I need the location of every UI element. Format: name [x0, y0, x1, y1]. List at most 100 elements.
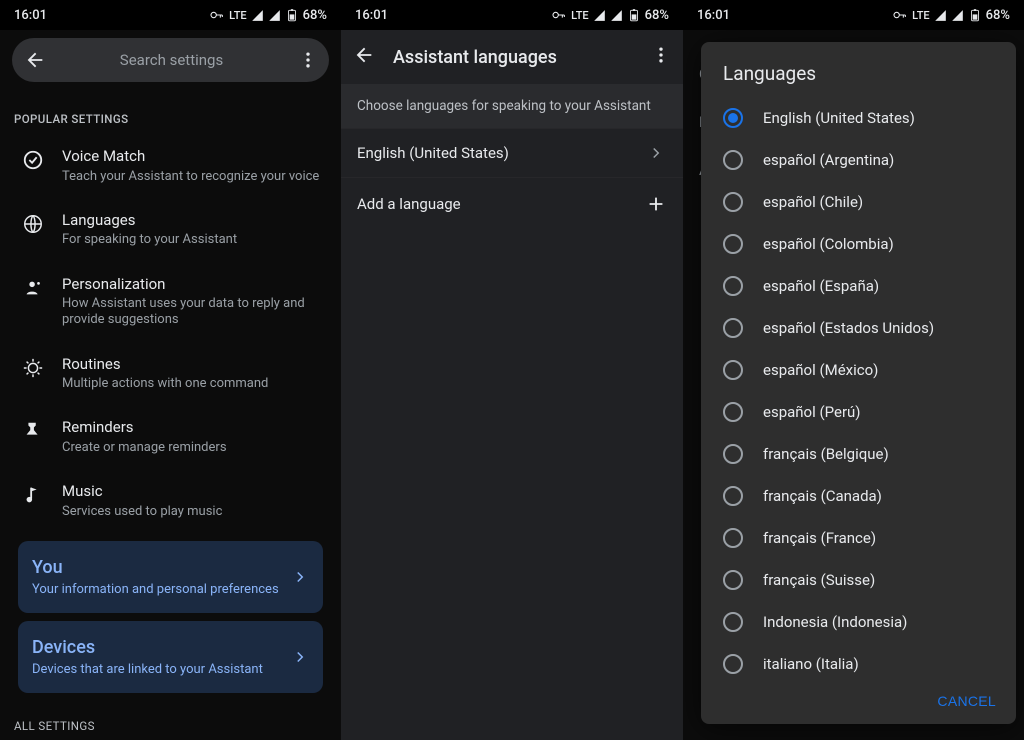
- battery-icon: [968, 8, 982, 22]
- signal-icon: [934, 9, 947, 22]
- language-label: français (Belgique): [763, 445, 889, 463]
- setting-item-voice-match[interactable]: Voice Match Teach your Assistant to reco…: [0, 134, 341, 198]
- language-label: français (France): [763, 529, 876, 547]
- back-icon[interactable]: [353, 44, 375, 70]
- more-icon[interactable]: [297, 50, 319, 70]
- status-battery: 68%: [986, 8, 1010, 23]
- setting-item-languages[interactable]: Languages For speaking to your Assistant: [0, 198, 341, 262]
- setting-title: Music: [62, 482, 327, 502]
- battery-icon: [285, 8, 299, 22]
- nav-card-devices[interactable]: Devices Devices that are linked to your …: [18, 621, 323, 693]
- page-header: Assistant languages: [341, 30, 683, 84]
- language-option[interactable]: español (Perú): [701, 391, 1016, 433]
- setting-title: Reminders: [62, 418, 327, 438]
- setting-icon: [22, 484, 44, 506]
- setting-item-personalization[interactable]: Personalization How Assistant uses your …: [0, 262, 341, 342]
- search-bar[interactable]: Search settings: [12, 38, 329, 82]
- status-icons: LTE 68%: [892, 7, 1010, 23]
- card-subtitle: Devices that are linked to your Assistan…: [32, 662, 281, 677]
- setting-subtitle: How Assistant uses your data to reply an…: [62, 296, 327, 329]
- language-label: español (Chile): [763, 193, 863, 211]
- setting-subtitle: For speaking to your Assistant: [62, 232, 327, 248]
- status-icons: LTE 68%: [551, 7, 669, 23]
- language-label: français (Canada): [763, 487, 882, 505]
- signal-icon: [251, 9, 264, 22]
- language-option[interactable]: español (Argentina): [701, 139, 1016, 181]
- radio-icon: [723, 486, 743, 506]
- status-bar: 16:01 LTE 68%: [683, 0, 1024, 30]
- language-option[interactable]: español (México): [701, 349, 1016, 391]
- setting-icon: [22, 277, 44, 299]
- language-option[interactable]: italiano (Italia): [701, 643, 1016, 683]
- popular-settings-header: POPULAR SETTINGS: [0, 90, 341, 134]
- card-subtitle: Your information and personal preference…: [32, 582, 281, 597]
- search-placeholder: Search settings: [46, 51, 297, 69]
- current-language-row[interactable]: English (United States): [341, 128, 683, 177]
- radio-icon: [723, 654, 743, 674]
- language-option[interactable]: français (France): [701, 517, 1016, 559]
- setting-icon: [22, 420, 44, 442]
- language-label: français (Suisse): [763, 571, 875, 589]
- language-dialog-panel: 16:01 LTE 68% C E A Languages English (U…: [683, 0, 1024, 740]
- setting-title: Languages: [62, 211, 327, 231]
- language-option[interactable]: español (España): [701, 265, 1016, 307]
- setting-texts: Routines Multiple actions with one comma…: [62, 355, 327, 393]
- language-option[interactable]: français (Suisse): [701, 559, 1016, 601]
- setting-subtitle: Create or manage reminders: [62, 440, 327, 456]
- setting-texts: Personalization How Assistant uses your …: [62, 275, 327, 329]
- language-option[interactable]: English (United States): [701, 97, 1016, 139]
- language-label: español (Colombia): [763, 235, 894, 253]
- setting-subtitle: Teach your Assistant to recognize your v…: [62, 169, 327, 185]
- language-label: Indonesia (Indonesia): [763, 613, 907, 631]
- radio-icon: [723, 402, 743, 422]
- add-language-row[interactable]: Add a language: [341, 177, 683, 230]
- radio-icon: [723, 192, 743, 212]
- language-option[interactable]: français (Canada): [701, 475, 1016, 517]
- nav-card-you[interactable]: You Your information and personal prefer…: [18, 541, 323, 613]
- card-title: Devices: [32, 637, 281, 658]
- setting-icon: [22, 357, 44, 379]
- signal-icon: [593, 9, 606, 22]
- status-net: LTE: [571, 9, 589, 22]
- cancel-button[interactable]: CANCEL: [937, 693, 996, 709]
- status-net: LTE: [912, 9, 930, 22]
- setting-title: Personalization: [62, 275, 327, 295]
- language-option[interactable]: Indonesia (Indonesia): [701, 601, 1016, 643]
- language-option[interactable]: français (Belgique): [701, 433, 1016, 475]
- more-icon[interactable]: [651, 45, 671, 69]
- setting-item-music[interactable]: Music Services used to play music: [0, 469, 341, 533]
- radio-icon: [723, 444, 743, 464]
- chevron-right-icon: [291, 568, 309, 586]
- language-option[interactable]: español (Chile): [701, 181, 1016, 223]
- vpn-key-icon: [892, 7, 908, 23]
- signal-icon: [610, 9, 623, 22]
- language-option[interactable]: español (Estados Unidos): [701, 307, 1016, 349]
- language-label: English (United States): [763, 109, 915, 127]
- setting-item-routines[interactable]: Routines Multiple actions with one comma…: [0, 342, 341, 406]
- radio-icon: [723, 528, 743, 548]
- status-icons: LTE 68%: [209, 7, 327, 23]
- language-label: español (España): [763, 277, 879, 295]
- all-settings-header: ALL SETTINGS: [0, 701, 341, 733]
- signal-icon: [951, 9, 964, 22]
- language-label: español (México): [763, 361, 878, 379]
- status-time: 16:01: [14, 8, 47, 23]
- radio-icon: [723, 318, 743, 338]
- language-label: español (Estados Unidos): [763, 319, 934, 337]
- add-language-label: Add a language: [357, 195, 633, 213]
- battery-icon: [627, 8, 641, 22]
- card-texts: You Your information and personal prefer…: [32, 557, 281, 597]
- language-label: italiano (Italia): [763, 655, 859, 673]
- language-label: español (Perú): [763, 403, 861, 421]
- setting-texts: Music Services used to play music: [62, 482, 327, 520]
- back-icon[interactable]: [24, 49, 46, 71]
- plus-icon: [645, 193, 667, 215]
- radio-icon: [723, 150, 743, 170]
- setting-item-reminders[interactable]: Reminders Create or manage reminders: [0, 405, 341, 469]
- current-language-label: English (United States): [357, 144, 633, 162]
- card-title: You: [32, 557, 281, 578]
- setting-title: Voice Match: [62, 147, 327, 167]
- setting-texts: Languages For speaking to your Assistant: [62, 211, 327, 249]
- setting-title: Routines: [62, 355, 327, 375]
- language-option[interactable]: español (Colombia): [701, 223, 1016, 265]
